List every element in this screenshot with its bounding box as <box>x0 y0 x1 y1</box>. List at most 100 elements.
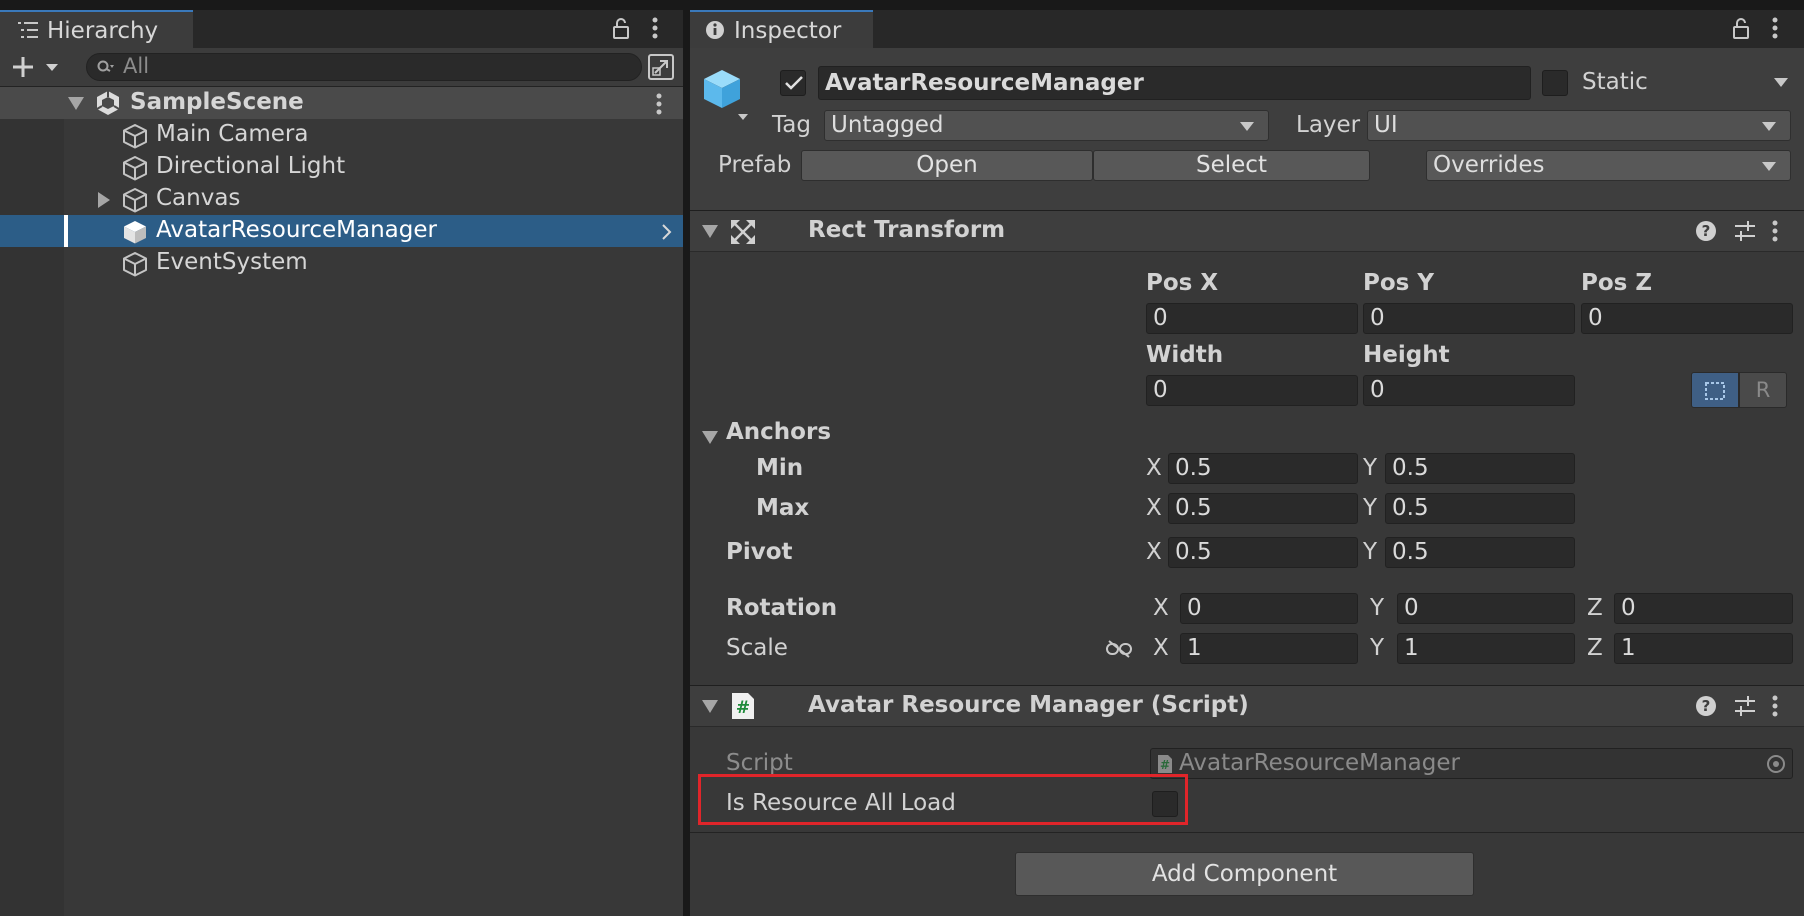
layer-dropdown[interactable]: UI <box>1367 110 1791 141</box>
item-label: Main Camera <box>156 121 309 147</box>
rotation-z-label: Z <box>1587 595 1603 621</box>
pos-x-input[interactable]: 0 <box>1146 303 1358 334</box>
hierarchy-search-input[interactable]: All <box>86 53 642 81</box>
anchor-min-x-label: X <box>1146 455 1162 481</box>
hierarchy-item-directional-light[interactable]: Directional Light <box>0 151 683 183</box>
pivot-x-input[interactable]: 0.5 <box>1168 537 1358 568</box>
tab-inspector[interactable]: Inspector <box>690 10 873 48</box>
hierarchy-item-eventsystem[interactable]: EventSystem <box>0 247 683 279</box>
tag-dropdown[interactable]: Untagged <box>824 110 1269 141</box>
unity-scene-icon <box>95 90 121 116</box>
expand-arrow-icon[interactable] <box>68 97 84 111</box>
inspector-tab-strip: Inspector <box>690 10 1804 48</box>
script-label: Script <box>726 750 793 776</box>
object-picker-icon[interactable] <box>1766 754 1786 774</box>
static-dropdown-icon[interactable] <box>1774 78 1788 87</box>
lock-icon[interactable] <box>1732 17 1750 39</box>
foldout-arrow-icon[interactable] <box>702 700 718 713</box>
scene-visibility-icon[interactable] <box>648 54 674 80</box>
search-placeholder: All <box>123 54 150 78</box>
rotation-z-input[interactable]: 0 <box>1614 593 1793 624</box>
hierarchy-item-main-camera[interactable]: Main Camera <box>0 119 683 151</box>
anchor-max-y-label: Y <box>1363 495 1378 521</box>
pivot-y-input[interactable]: 0.5 <box>1385 537 1575 568</box>
add-dropdown-icon[interactable] <box>12 56 62 78</box>
anchor-max-y-input[interactable]: 0.5 <box>1385 493 1575 524</box>
static-checkbox[interactable] <box>1542 70 1568 96</box>
static-label: Static <box>1582 69 1648 95</box>
hierarchy-panel: Hierarchy All SampleScene Main Camera Di… <box>0 10 683 916</box>
csharp-script-icon: # <box>1157 754 1173 774</box>
help-icon[interactable]: ? <box>1695 220 1717 242</box>
scene-row[interactable]: SampleScene <box>0 87 683 119</box>
add-component-button[interactable]: Add Component <box>1015 852 1474 896</box>
tab-hierarchy[interactable]: Hierarchy <box>0 10 193 48</box>
component-menu-icon[interactable] <box>1772 220 1778 242</box>
pivot-x-label: X <box>1146 539 1162 565</box>
anchor-max-label: Max <box>756 495 810 521</box>
panel-splitter[interactable] <box>683 0 690 916</box>
rotation-y-input[interactable]: 0 <box>1397 593 1575 624</box>
help-icon[interactable]: ? <box>1695 695 1717 717</box>
constrain-proportions-icon[interactable] <box>1106 640 1132 658</box>
pos-y-label: Pos Y <box>1363 270 1435 296</box>
rect-transform-header[interactable]: Rect Transform ? <box>690 210 1804 252</box>
prefab-select-button[interactable]: Select <box>1093 150 1370 181</box>
component-menu-icon[interactable] <box>1772 695 1778 717</box>
anchor-max-x-input[interactable]: 0.5 <box>1168 493 1358 524</box>
raw-edit-button[interactable]: R <box>1739 372 1787 408</box>
object-name-input[interactable]: AvatarResourceManager <box>818 66 1531 100</box>
csharp-script-icon: # <box>731 692 755 720</box>
prefab-open-button[interactable]: Open <box>801 150 1093 181</box>
hierarchy-item-canvas[interactable]: Canvas <box>0 183 683 215</box>
checkmark-icon <box>785 76 803 90</box>
svg-text:?: ? <box>1702 222 1711 240</box>
height-label: Height <box>1363 342 1450 368</box>
lock-icon[interactable] <box>612 17 630 39</box>
kebab-menu-icon[interactable] <box>652 17 658 39</box>
foldout-arrow-icon[interactable] <box>702 225 718 238</box>
gameobject-cube-icon <box>122 155 148 181</box>
kebab-menu-icon[interactable] <box>1772 17 1778 39</box>
active-checkbox[interactable] <box>780 70 806 96</box>
anchors-foldout-icon[interactable] <box>702 431 718 444</box>
hierarchy-item-avatarresourcemanager[interactable]: AvatarResourceManager <box>0 215 683 247</box>
anchors-label[interactable]: Anchors <box>726 419 831 445</box>
scale-x-label: X <box>1153 635 1169 661</box>
scene-menu-icon[interactable] <box>656 93 662 115</box>
rotation-label: Rotation <box>726 595 838 621</box>
overrides-label: Overrides <box>1433 152 1545 178</box>
component-separator <box>690 832 1804 833</box>
collapsed-arrow-icon[interactable] <box>98 192 110 208</box>
anchor-min-y-input[interactable]: 0.5 <box>1385 453 1575 484</box>
script-object-field[interactable]: # AvatarResourceManager <box>1150 748 1793 779</box>
height-input[interactable]: 0 <box>1363 375 1575 406</box>
tag-label: Tag <box>772 112 811 138</box>
search-icon <box>97 60 115 74</box>
object-header: AvatarResourceManager Static Tag Untagge… <box>690 48 1804 211</box>
script-value: AvatarResourceManager <box>1179 750 1460 776</box>
pos-z-label: Pos Z <box>1581 270 1653 296</box>
pivot-y-label: Y <box>1363 539 1378 565</box>
pos-y-input[interactable]: 0 <box>1363 303 1575 334</box>
presets-icon[interactable] <box>1734 695 1756 717</box>
gameobject-blue-cube-icon[interactable] <box>702 68 750 120</box>
scale-x-input[interactable]: 1 <box>1180 633 1358 664</box>
scene-name: SampleScene <box>130 89 304 115</box>
scale-z-input[interactable]: 1 <box>1614 633 1793 664</box>
overrides-dropdown[interactable]: Overrides <box>1426 150 1791 181</box>
rect-transform-title: Rect Transform <box>808 217 1006 243</box>
presets-icon[interactable] <box>1734 220 1756 242</box>
rotation-x-input[interactable]: 0 <box>1180 593 1358 624</box>
blueprint-mode-button[interactable] <box>1691 372 1739 408</box>
chevron-right-icon[interactable] <box>662 224 672 240</box>
gameobject-cube-icon <box>122 187 148 213</box>
pos-z-input[interactable]: 0 <box>1581 303 1793 334</box>
scale-y-input[interactable]: 1 <box>1397 633 1575 664</box>
width-input[interactable]: 0 <box>1146 375 1358 406</box>
inspector-tab-title: Inspector <box>734 18 842 44</box>
anchor-min-x-input[interactable]: 0.5 <box>1168 453 1358 484</box>
chevron-down-icon <box>1762 162 1776 171</box>
script-component-header[interactable]: # Avatar Resource Manager (Script) ? <box>690 685 1804 727</box>
gameobject-cube-icon <box>122 251 148 277</box>
